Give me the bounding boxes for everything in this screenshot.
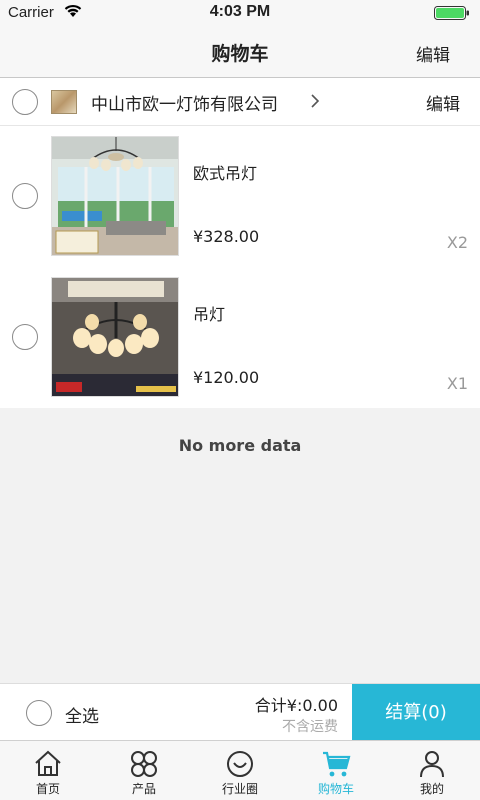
tab-profile-label: 我的 [419, 782, 444, 796]
item-select-radio[interactable] [12, 324, 38, 350]
shipping-note: 不含运费 [282, 719, 338, 735]
store-name-link[interactable]: 中山市欧一灯饰有限公司 [91, 90, 278, 115]
tab-products[interactable]: 产品 [96, 741, 192, 800]
product-quantity: X2 [446, 233, 468, 252]
edit-button[interactable]: 编辑 [416, 41, 450, 66]
battery-icon [434, 6, 469, 20]
tab-home[interactable]: 首页 [0, 741, 96, 800]
product-image[interactable] [51, 277, 179, 397]
product-name[interactable]: 欧式吊灯 [193, 160, 257, 184]
tab-industry-label: 行业圈 [221, 782, 258, 796]
checkout-button[interactable]: 结算(0) [352, 684, 480, 741]
cart-item: 吊灯 ¥120.00 X1 [0, 267, 480, 408]
tab-industry[interactable]: 行业圈 [192, 741, 288, 800]
checkout-bar: 全选 合计¥:0.00 不含运费 结算(0) [0, 683, 480, 741]
item-select-radio[interactable] [12, 183, 38, 209]
list-end-message: No more data [178, 436, 302, 455]
cart-item: 欧式吊灯 ¥328.00 X2 [0, 126, 480, 267]
smile-icon [227, 751, 253, 777]
store-select-radio[interactable] [12, 89, 38, 115]
product-quantity: X1 [446, 374, 468, 393]
page-title: 购物车 [211, 43, 269, 65]
chevron-right-icon[interactable] [310, 93, 320, 109]
navigation-bar: 购物车 编辑 [0, 26, 480, 78]
status-bar: Carrier 4:03 PM [0, 0, 480, 26]
user-icon [420, 751, 444, 778]
cart-icon [323, 751, 351, 777]
tab-home-label: 首页 [35, 782, 60, 796]
home-icon [35, 750, 61, 776]
product-name[interactable]: 吊灯 [193, 301, 225, 325]
tab-bar: 首页 产品 行业圈 购物车 我的 [0, 740, 480, 800]
product-price: ¥328.00 [193, 227, 260, 246]
total-amount: 合计¥:0.00 [254, 696, 338, 715]
tab-cart-label: 购物车 [317, 782, 354, 796]
product-price: ¥120.00 [193, 368, 260, 387]
store-logo [51, 90, 77, 114]
tab-products-label: 产品 [131, 782, 156, 796]
grid-icon [131, 751, 157, 777]
select-all-radio[interactable] [26, 700, 52, 726]
tab-profile[interactable]: 我的 [384, 741, 480, 800]
product-image[interactable] [51, 136, 179, 256]
store-edit-button[interactable]: 编辑 [426, 90, 460, 115]
store-header: 中山市欧一灯饰有限公司 编辑 [0, 78, 480, 126]
tab-cart[interactable]: 购物车 [288, 741, 384, 800]
select-all-label[interactable]: 全选 [65, 702, 99, 727]
status-time: 4:03 PM [209, 3, 271, 20]
